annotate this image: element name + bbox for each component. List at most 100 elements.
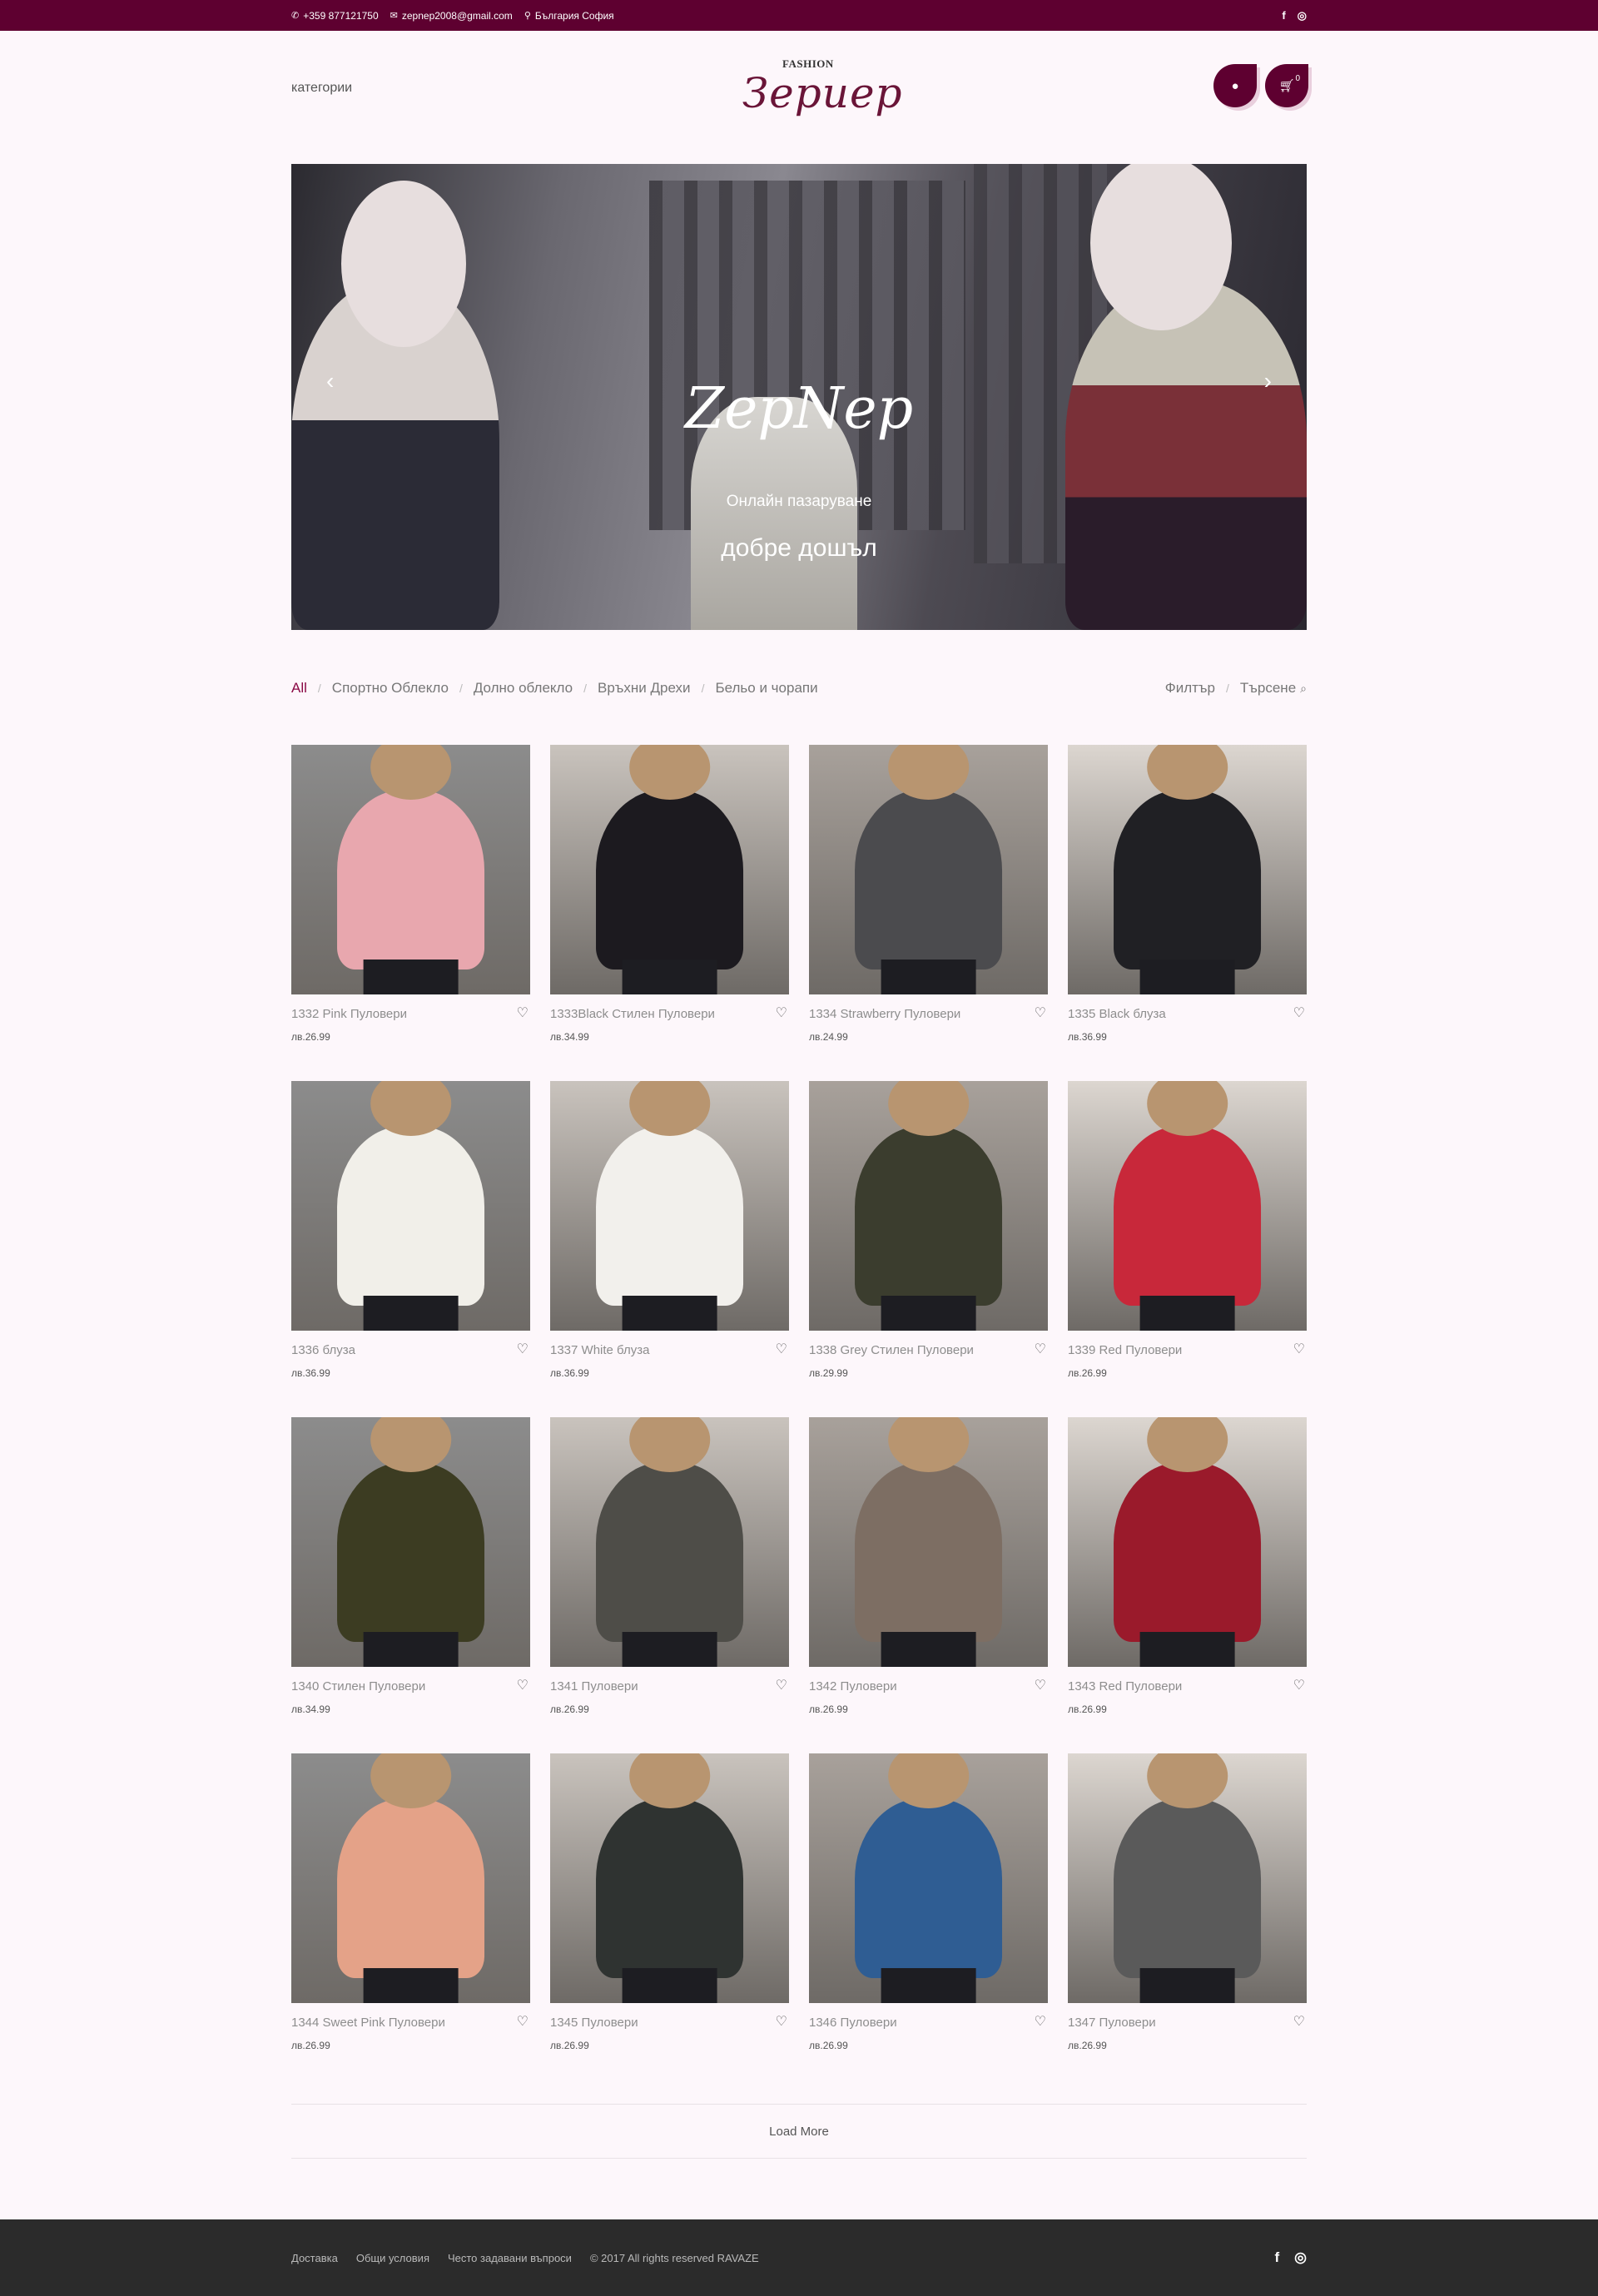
heart-icon[interactable]: ♡ bbox=[1035, 1677, 1046, 1693]
product-garment bbox=[854, 1462, 1003, 1642]
product-name[interactable]: 1336 блуза bbox=[291, 1343, 355, 1357]
product-card[interactable]: 1335 Black блуза ♡ лв.36.99 bbox=[1068, 745, 1307, 1061]
product-card[interactable]: 1344 Sweet Pink Пуловери ♡ лв.26.99 bbox=[291, 1753, 530, 2070]
product-image[interactable] bbox=[291, 1081, 530, 1331]
product-name[interactable]: 1344 Sweet Pink Пуловери bbox=[291, 2016, 445, 2030]
product-model-legs bbox=[1139, 1968, 1235, 2003]
product-card[interactable]: 1345 Пуловери ♡ лв.26.99 bbox=[550, 1753, 789, 2070]
instagram-icon[interactable]: ◎ bbox=[1298, 9, 1307, 22]
product-card[interactable]: 1346 Пуловери ♡ лв.26.99 bbox=[809, 1753, 1048, 2070]
product-name[interactable]: 1340 Стилен Пуловери bbox=[291, 1679, 425, 1693]
product-name[interactable]: 1338 Grey Стилен Пуловери bbox=[809, 1343, 974, 1357]
categories-menu[interactable]: категории bbox=[291, 81, 352, 96]
product-image[interactable] bbox=[1068, 1753, 1307, 2003]
heart-icon[interactable]: ♡ bbox=[776, 1341, 787, 1357]
product-image[interactable] bbox=[809, 1081, 1048, 1331]
product-model-head bbox=[1146, 745, 1228, 800]
heart-icon[interactable]: ♡ bbox=[517, 1004, 529, 1021]
heart-icon[interactable]: ♡ bbox=[1035, 1341, 1046, 1357]
product-card[interactable]: 1334 Strawberry Пуловери ♡ лв.24.99 bbox=[809, 745, 1048, 1061]
product-card[interactable]: 1337 White блуза ♡ лв.36.99 bbox=[550, 1081, 789, 1397]
filter-sportswear[interactable]: Спортно Облекло bbox=[332, 680, 449, 697]
facebook-icon[interactable]: f bbox=[1274, 2249, 1279, 2266]
heart-icon[interactable]: ♡ bbox=[1293, 1004, 1305, 1021]
product-image[interactable] bbox=[291, 1753, 530, 2003]
product-image[interactable] bbox=[1068, 1081, 1307, 1331]
heart-icon[interactable]: ♡ bbox=[1293, 1677, 1305, 1693]
heart-icon[interactable]: ♡ bbox=[776, 1677, 787, 1693]
product-price: лв.36.99 bbox=[1068, 1031, 1107, 1043]
product-model-head bbox=[628, 1081, 711, 1136]
product-card[interactable]: 1338 Grey Стилен Пуловери ♡ лв.29.99 bbox=[809, 1081, 1048, 1397]
product-model-legs bbox=[881, 960, 976, 994]
product-card[interactable]: 1343 Red Пуловери ♡ лв.26.99 bbox=[1068, 1417, 1307, 1733]
heart-icon[interactable]: ♡ bbox=[1293, 2013, 1305, 2030]
phone-number: +359 877121750 bbox=[303, 9, 379, 22]
heart-icon[interactable]: ♡ bbox=[776, 1004, 787, 1021]
instagram-icon[interactable]: ◎ bbox=[1294, 2249, 1307, 2266]
heart-icon[interactable]: ♡ bbox=[1293, 1341, 1305, 1357]
product-name[interactable]: 1345 Пуловери bbox=[550, 2016, 638, 2030]
product-card[interactable]: 1341 Пуловери ♡ лв.26.99 bbox=[550, 1417, 789, 1733]
heart-icon[interactable]: ♡ bbox=[1035, 2013, 1046, 2030]
product-image[interactable] bbox=[809, 1417, 1048, 1667]
footer-link-faq[interactable]: Често задавани въпроси bbox=[448, 2252, 572, 2264]
product-image[interactable] bbox=[550, 745, 789, 994]
product-model-legs bbox=[363, 1632, 459, 1667]
product-name[interactable]: 1343 Red Пуловери bbox=[1068, 1679, 1182, 1693]
product-card[interactable]: 1342 Пуловери ♡ лв.26.99 bbox=[809, 1417, 1048, 1733]
filter-outerwear[interactable]: Връхни Дрехи bbox=[598, 680, 691, 697]
product-image[interactable] bbox=[1068, 745, 1307, 994]
filter-bottoms[interactable]: Долно облекло bbox=[474, 680, 573, 697]
heart-icon[interactable]: ♡ bbox=[517, 1341, 529, 1357]
product-price: лв.24.99 bbox=[809, 1031, 848, 1043]
product-price: лв.34.99 bbox=[550, 1031, 589, 1043]
product-image[interactable] bbox=[550, 1081, 789, 1331]
product-name[interactable]: 1346 Пуловери bbox=[809, 2016, 897, 2030]
heart-icon[interactable]: ♡ bbox=[776, 2013, 787, 2030]
email-contact[interactable]: ✉ zepnep2008@gmail.com bbox=[390, 10, 513, 22]
product-name[interactable]: 1337 White блуза bbox=[550, 1343, 649, 1357]
product-image[interactable] bbox=[550, 1753, 789, 2003]
footer-link-terms[interactable]: Общи условия bbox=[356, 2252, 429, 2264]
product-name[interactable]: 1341 Пуловери bbox=[550, 1679, 638, 1693]
product-name[interactable]: 1334 Strawberry Пуловери bbox=[809, 1007, 960, 1021]
filter-toggle[interactable]: Филтър bbox=[1165, 680, 1215, 697]
product-card[interactable]: 1339 Red Пуловери ♡ лв.26.99 bbox=[1068, 1081, 1307, 1397]
site-logo[interactable]: FASHION Зерuер bbox=[724, 47, 902, 147]
product-image[interactable] bbox=[1068, 1417, 1307, 1667]
product-name[interactable]: 1335 Black блуза bbox=[1068, 1007, 1166, 1021]
product-card[interactable]: 1333Black Стилен Пуловери ♡ лв.34.99 bbox=[550, 745, 789, 1061]
heart-icon[interactable]: ♡ bbox=[1035, 1004, 1046, 1021]
search-toggle[interactable]: Търсене ⌕ bbox=[1240, 680, 1307, 697]
product-image[interactable] bbox=[809, 745, 1048, 994]
footer-link-delivery[interactable]: Доставка bbox=[291, 2252, 338, 2264]
product-image[interactable] bbox=[809, 1753, 1048, 2003]
product-name[interactable]: 1339 Red Пуловери bbox=[1068, 1343, 1182, 1357]
product-name[interactable]: 1333Black Стилен Пуловери bbox=[550, 1007, 715, 1021]
load-more-button[interactable]: Load More bbox=[291, 2104, 1307, 2159]
heart-icon[interactable]: ♡ bbox=[517, 1677, 529, 1693]
product-card[interactable]: 1336 блуза ♡ лв.36.99 bbox=[291, 1081, 530, 1397]
product-card[interactable]: 1347 Пуловери ♡ лв.26.99 bbox=[1068, 1753, 1307, 2070]
heart-icon[interactable]: ♡ bbox=[517, 2013, 529, 2030]
phone-contact[interactable]: ✆ +359 877121750 bbox=[291, 10, 379, 22]
product-name[interactable]: 1347 Пуловери bbox=[1068, 2016, 1156, 2030]
product-name[interactable]: 1342 Пуловери bbox=[809, 1679, 897, 1693]
product-card[interactable]: 1340 Стилен Пуловери ♡ лв.34.99 bbox=[291, 1417, 530, 1733]
filter-underwear[interactable]: Бельо и чорапи bbox=[715, 680, 817, 697]
product-image[interactable] bbox=[291, 1417, 530, 1667]
cart-button[interactable]: 🛒︎ 0 bbox=[1265, 64, 1308, 107]
product-model-head bbox=[370, 745, 452, 800]
filter-all[interactable]: All bbox=[291, 680, 307, 697]
product-image[interactable] bbox=[550, 1417, 789, 1667]
product-price: лв.26.99 bbox=[1068, 1703, 1107, 1715]
footer-links: Доставка Общи условия Често задавани въп… bbox=[291, 2219, 759, 2296]
product-name[interactable]: 1332 Pink Пуловери bbox=[291, 1007, 407, 1021]
account-button[interactable]: ● bbox=[1213, 64, 1257, 107]
product-card[interactable]: 1332 Pink Пуловери ♡ лв.26.99 bbox=[291, 745, 530, 1061]
product-price: лв.26.99 bbox=[291, 1031, 330, 1043]
product-image[interactable] bbox=[291, 745, 530, 994]
facebook-icon[interactable]: f bbox=[1282, 9, 1285, 22]
product-model-legs bbox=[363, 960, 459, 994]
